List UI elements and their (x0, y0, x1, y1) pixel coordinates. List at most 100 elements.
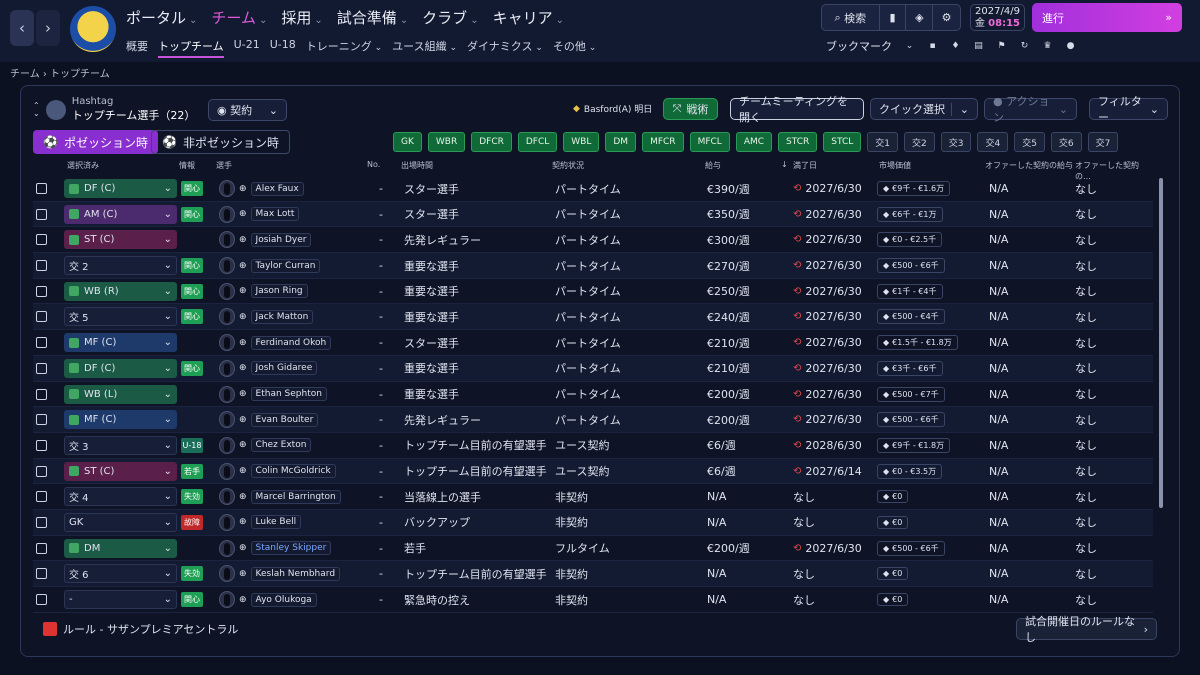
back-button[interactable]: ‹ (10, 10, 34, 46)
position-button-stcl[interactable]: STCL (823, 132, 862, 152)
sub-nav-item-6[interactable]: ダイナミクス ⌄ (467, 38, 543, 58)
forward-button[interactable]: › (36, 10, 60, 46)
position-select[interactable]: ST (C) ⌄ (64, 227, 177, 252)
table-row[interactable]: MF (C) ⌄ ⊕ Evan Boulter - 先発レギュラー パートタイム €200/週… (33, 407, 1153, 433)
select-checkbox[interactable] (36, 202, 47, 227)
continue-button[interactable]: 進行 » (1032, 3, 1182, 32)
sub-button-6[interactable]: 交6 (1050, 132, 1082, 152)
trophy-icon[interactable]: ♛ (1042, 41, 1053, 52)
position-button-wbl[interactable]: WBL (563, 132, 600, 152)
table-row[interactable]: MF (C) ⌄ ⊕ Ferdinand Okoh - スター選手 パートタイム €210/週… (33, 330, 1153, 356)
tab-out-possession[interactable]: ⚽ 非ポゼッション時 (151, 130, 290, 154)
position-select[interactable]: GK ⌄ (64, 510, 177, 535)
chevron-down-icon[interactable]: ⌄ (904, 41, 915, 52)
table-row[interactable]: 交 6 ⌄ 失効 ⊕ Keslah Nembhard - トップチーム目前の有望選手 非契約 N… (33, 561, 1153, 587)
table-row[interactable]: DF (C) ⌄ 関心 ⊕ Alex Faux - スター選手 パートタイム €390/週 ⟲ 20… (33, 176, 1153, 202)
table-scrollbar[interactable] (1159, 178, 1163, 508)
table-row[interactable]: WB (R) ⌄ 関心 ⊕ Jason Ring - 重要な選手 パートタイム €250/週 ⟲ 2… (33, 279, 1153, 305)
player-cell[interactable]: ⊕ Jack Matton (219, 304, 314, 329)
team-meeting-button[interactable]: チームミーティングを開く (730, 95, 864, 124)
select-checkbox[interactable] (36, 536, 47, 561)
position-select[interactable]: 交 5 ⌄ (64, 304, 177, 329)
sub-nav-item-3[interactable]: U-18 (270, 38, 296, 58)
sub-nav-item-4[interactable]: トレーニング ⌄ (306, 38, 382, 58)
position-select[interactable]: - ⌄ (64, 587, 177, 612)
player-cell[interactable]: ⊕ Taylor Curran (219, 253, 321, 278)
search-button[interactable]: ⌕ 検索 (822, 5, 880, 30)
position-select[interactable]: 交 6 ⌄ (64, 561, 177, 586)
player-cell[interactable]: ⊕ Stanley Skipper (219, 536, 332, 561)
select-checkbox[interactable] (36, 227, 47, 252)
position-select[interactable]: 交 3 ⌄ (64, 433, 177, 458)
player-cell[interactable]: ⊕ Alex Faux (219, 176, 304, 201)
bookmark-icon[interactable]: ▮ (880, 5, 907, 30)
position-button-stcr[interactable]: STCR (778, 132, 818, 152)
player-cell[interactable]: ⊕ Keslah Nembhard (219, 561, 341, 586)
player-cell[interactable]: ⊕ Max Lott (219, 202, 300, 227)
position-select[interactable]: DF (C) ⌄ (64, 176, 177, 201)
select-checkbox[interactable] (36, 433, 47, 458)
sort-desc-icon[interactable]: ↓ (781, 160, 788, 169)
sub-button-7[interactable]: 交7 (1087, 132, 1119, 152)
chevron-down-icon[interactable]: ⌄ (950, 102, 969, 116)
select-checkbox[interactable] (36, 279, 47, 304)
column-header-4[interactable]: 出場時間 (401, 160, 433, 171)
sub-button-1[interactable]: 交1 (867, 132, 898, 152)
player-cell[interactable]: ⊕ Marcel Barrington (219, 484, 341, 509)
position-select[interactable]: WB (R) ⌄ (64, 279, 177, 304)
position-button-dm[interactable]: DM (605, 132, 637, 152)
main-nav-item-4[interactable]: クラブ ⌄ (422, 7, 478, 28)
position-select[interactable]: WB (L) ⌄ (64, 382, 177, 407)
sub-nav-item-7[interactable]: その他 ⌄ (553, 38, 596, 58)
position-select[interactable]: 交 2 ⌄ (64, 253, 177, 278)
player-cell[interactable]: ⊕ Jason Ring (219, 279, 308, 304)
quick-select-button[interactable]: クイック選択 ⌄ (870, 98, 978, 120)
position-button-gk[interactable]: GK (393, 132, 422, 152)
main-nav-item-3[interactable]: 試合準備 ⌄ (337, 7, 408, 28)
player-cell[interactable]: ⊕ Ferdinand Okoh (219, 330, 332, 355)
main-nav-item-2[interactable]: 採用 ⌄ (281, 7, 322, 28)
player-cell[interactable]: ⊕ Ethan Sephton (219, 382, 327, 407)
column-header-3[interactable]: No. (367, 160, 380, 169)
column-header-2[interactable]: 選手 (216, 160, 232, 171)
tactics-icon[interactable]: ⚑ (996, 41, 1007, 52)
column-header-0[interactable]: 選択済み (67, 160, 99, 171)
position-select[interactable]: AM (C) ⌄ (64, 202, 177, 227)
sub-nav-item-1[interactable]: トップチーム (158, 38, 224, 58)
shield-icon[interactable]: ◈ (906, 5, 934, 30)
main-nav-item-0[interactable]: ポータル ⌄ (126, 7, 197, 28)
date-display[interactable]: 2027/4/9 金 08:15 (970, 4, 1025, 31)
table-row[interactable]: DF (C) ⌄ 関心 ⊕ Josh Gidaree - 重要な選手 パートタイム €210/週… (33, 355, 1153, 382)
column-header-8[interactable]: 市場価値 (879, 160, 911, 171)
table-row[interactable]: 交 3 ⌄ U-18 ⊕ Chez Exton - トップチーム目前の有望選手 ユース契約 €6… (33, 433, 1153, 459)
main-nav-item-1[interactable]: チーム ⌄ (211, 7, 267, 28)
column-header-7[interactable]: 満了日 (793, 160, 817, 171)
select-checkbox[interactable] (36, 587, 47, 612)
position-button-wbr[interactable]: WBR (427, 132, 466, 152)
position-select[interactable]: DF (C) ⌄ (64, 356, 177, 381)
filter-button[interactable]: フィルター ⌄ (1089, 95, 1168, 124)
tactics-button[interactable]: ⤧ 戦術 (663, 98, 718, 120)
player-cell[interactable]: ⊕ Ayo Olukoga (219, 587, 317, 612)
table-row[interactable]: 交 4 ⌄ 失効 ⊕ Marcel Barrington - 当落線上の選手 非契約 N/A なし… (33, 484, 1153, 510)
position-select[interactable]: MF (C) ⌄ (64, 407, 177, 432)
player-cell[interactable]: ⊕ Josiah Dyer (219, 227, 312, 252)
table-row[interactable]: 交 5 ⌄ 関心 ⊕ Jack Matton - 重要な選手 パートタイム €240/週 ⟲ 202… (33, 304, 1153, 331)
breadcrumb[interactable]: チーム › トップチーム (10, 65, 110, 80)
table-row[interactable]: - ⌄ 関心 ⊕ Ayo Olukoga - 緊急時の控え 非契約 N/A なし ◆ €0 N/A なし (33, 587, 1153, 613)
position-button-dfcl[interactable]: DFCL (517, 132, 558, 152)
column-header-1[interactable]: 情報 (179, 160, 195, 171)
chat-icon[interactable]: ▪ (927, 41, 938, 52)
column-header-9[interactable]: オファーした契約の給与 (985, 160, 1073, 171)
select-checkbox[interactable] (36, 330, 47, 355)
select-checkbox[interactable] (36, 510, 47, 535)
select-checkbox[interactable] (36, 253, 47, 278)
position-select[interactable]: MF (C) ⌄ (64, 330, 177, 355)
competition-rules[interactable]: ルール - サザンプレミアセントラル (43, 621, 238, 637)
sub-button-3[interactable]: 交3 (940, 132, 972, 152)
shirt-icon[interactable]: ♦ (950, 41, 961, 52)
column-header-6[interactable]: 給与 (705, 160, 721, 171)
select-checkbox[interactable] (36, 459, 47, 484)
select-checkbox[interactable] (36, 176, 47, 201)
table-row[interactable]: DM ⌄ ⊕ Stanley Skipper - 若手 フルタイム €200/週 ⟲ 2027/6… (33, 536, 1153, 562)
